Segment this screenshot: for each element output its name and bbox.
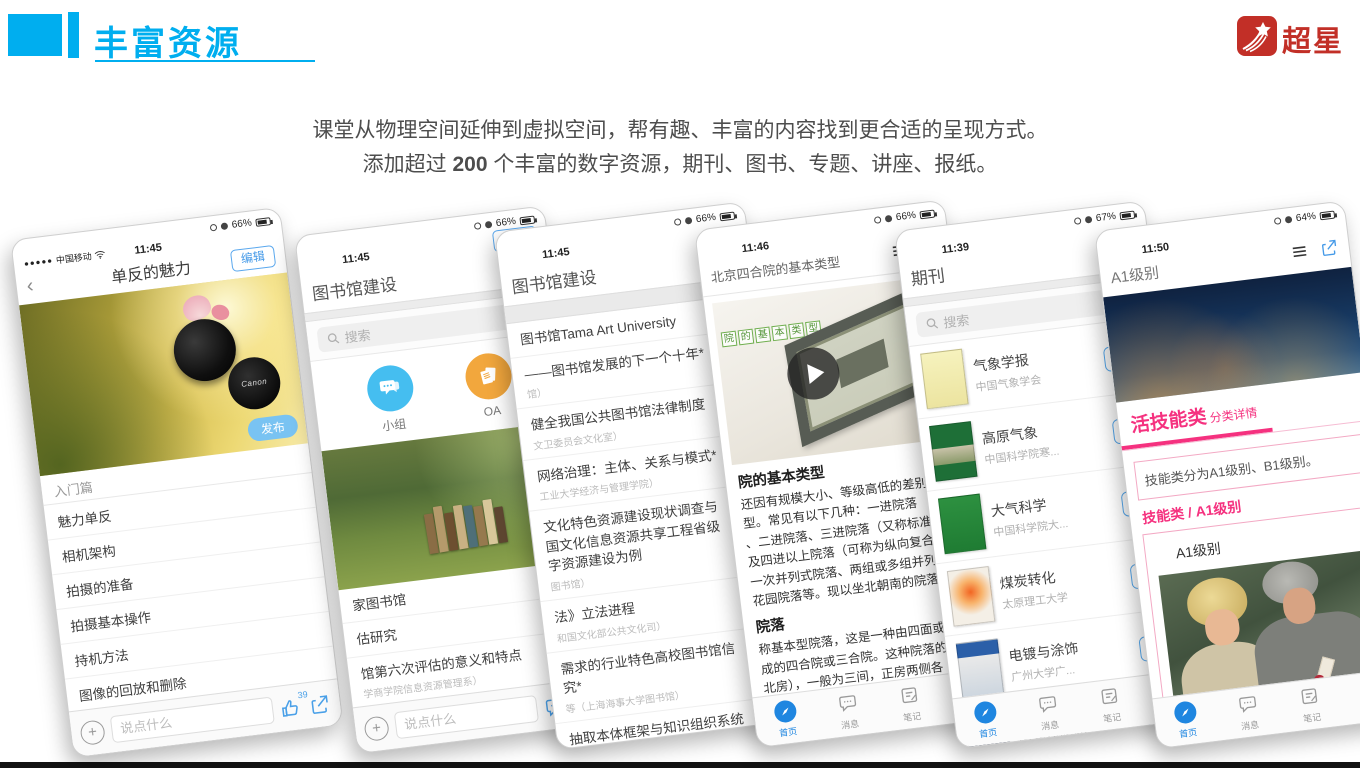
- journal-cover: [946, 565, 996, 627]
- battery-icon: [719, 211, 736, 221]
- like-count: 39: [296, 688, 309, 700]
- tab-notes[interactable]: 笔记: [1077, 677, 1145, 733]
- nav-title: 期刊: [909, 266, 946, 290]
- note-icon: [1098, 685, 1121, 709]
- share-icon[interactable]: [1319, 237, 1341, 263]
- tab-messages[interactable]: 消息: [815, 683, 883, 739]
- message-bubble-icon: [836, 691, 859, 715]
- status-time: 11:39: [940, 241, 970, 257]
- tab-home[interactable]: 首页: [753, 691, 821, 747]
- tab-notes[interactable]: 笔记: [877, 676, 945, 732]
- alarm-icon: [220, 222, 229, 231]
- plus-button[interactable]: +: [79, 718, 106, 746]
- search-placeholder: 搜索: [942, 312, 971, 331]
- lede-text: 课堂从物理空间延伸到虚拟空间，帮有趣、丰富的内容找到更合适的呈现方式。 添加超过…: [0, 114, 1360, 182]
- comment-input[interactable]: [393, 694, 540, 740]
- nav-title: 图书馆建设: [510, 267, 598, 298]
- battery-icon: [519, 215, 536, 225]
- header-underline: [95, 60, 315, 62]
- alarm-icon: [684, 216, 693, 225]
- note-icon: [1298, 685, 1321, 709]
- orientation-lock-icon: [1273, 217, 1282, 225]
- search-icon: [327, 332, 340, 344]
- share-icon[interactable]: [308, 692, 333, 717]
- flower-petal-small: [209, 302, 232, 322]
- orientation-lock-icon: [673, 218, 682, 226]
- orientation-lock-icon: [473, 222, 482, 230]
- home-compass-icon: [1173, 699, 1198, 725]
- like-icon[interactable]: 39: [279, 689, 308, 720]
- alarm-icon: [484, 220, 493, 229]
- battery-icon: [919, 209, 936, 219]
- oa-document-icon: [462, 350, 514, 402]
- book-row: [423, 496, 509, 554]
- screen-bottom-strip: [0, 762, 1360, 768]
- shortcut-label: 小组: [381, 416, 408, 434]
- status-time: 11:45: [541, 245, 571, 261]
- status-time: 11:50: [1140, 241, 1170, 257]
- tab-notes[interactable]: 笔记: [1277, 677, 1345, 733]
- orientation-lock-icon: [209, 223, 218, 232]
- publish-button[interactable]: 发布: [246, 413, 300, 442]
- message-bubble-icon: [1236, 692, 1259, 716]
- chaoxing-logo-text: 超星: [1281, 25, 1344, 58]
- shortcut-oa[interactable]: OA: [462, 350, 516, 423]
- tab-messages[interactable]: 消息: [1015, 684, 1083, 740]
- tab-home[interactable]: 首页: [1153, 692, 1221, 748]
- journal-cover: [955, 638, 1005, 700]
- shortcut-label: OA: [482, 402, 502, 419]
- alarm-icon: [1084, 215, 1093, 224]
- battery-icon: [255, 216, 272, 227]
- tab-messages[interactable]: 消息: [1215, 684, 1283, 740]
- note-icon: [898, 684, 921, 708]
- chaoxing-logo: 超星: [1236, 16, 1344, 61]
- menu-icon[interactable]: [1289, 241, 1311, 267]
- phone-slr-course: 66% ●●●●● 中国移动 11:45 ‹ 单反的魅力 编辑 Canon 发布…: [10, 206, 344, 759]
- search-icon: [926, 318, 939, 329]
- journal-cover: [937, 493, 987, 555]
- plus-button[interactable]: +: [363, 714, 390, 742]
- journal-cover: [929, 421, 978, 482]
- tab-home[interactable]: 首页: [953, 692, 1021, 748]
- header-accent-square: [8, 14, 62, 56]
- battery-icon: [1319, 210, 1336, 220]
- page-title: 丰富资源: [94, 25, 242, 63]
- presentation-slide: 丰富资源 超星 课堂从物理空间延伸到虚拟空间，帮有趣、丰富的内容找到更合适的呈现…: [0, 0, 1360, 768]
- shortcut-group[interactable]: 小组: [364, 362, 418, 435]
- chaoxing-logo-icon: [1236, 16, 1277, 61]
- course-cover-photo: Canon 发布: [18, 272, 308, 476]
- group-chat-icon: [364, 362, 416, 414]
- nav-title: A1级别: [1109, 263, 1160, 287]
- orientation-lock-icon: [1073, 217, 1082, 225]
- lede-line-1: 课堂从物理空间延伸到虚拟空间，帮有趣、丰富的内容找到更合适的呈现方式。: [312, 119, 1048, 142]
- nav-title: 图书馆建设: [311, 274, 398, 304]
- journal-cover: [920, 348, 969, 410]
- alarm-icon: [884, 214, 893, 223]
- status-time: 11:45: [341, 250, 371, 267]
- lede-line-2: 添加超过 200 个丰富的数字资源，期刊、图书、专题、讲座、报纸。: [362, 153, 998, 176]
- search-placeholder: 搜索: [343, 327, 372, 346]
- camera-lens-cap: Canon: [225, 353, 284, 412]
- alarm-icon: [1284, 215, 1293, 224]
- comment-input[interactable]: [109, 696, 275, 744]
- orientation-lock-icon: [873, 216, 882, 224]
- header-accent-bar: [68, 12, 79, 58]
- battery-icon: [1119, 210, 1136, 220]
- home-compass-icon: [773, 698, 798, 724]
- message-bubble-icon: [1036, 692, 1059, 716]
- status-time: 11:46: [740, 240, 770, 256]
- home-compass-icon: [973, 699, 998, 725]
